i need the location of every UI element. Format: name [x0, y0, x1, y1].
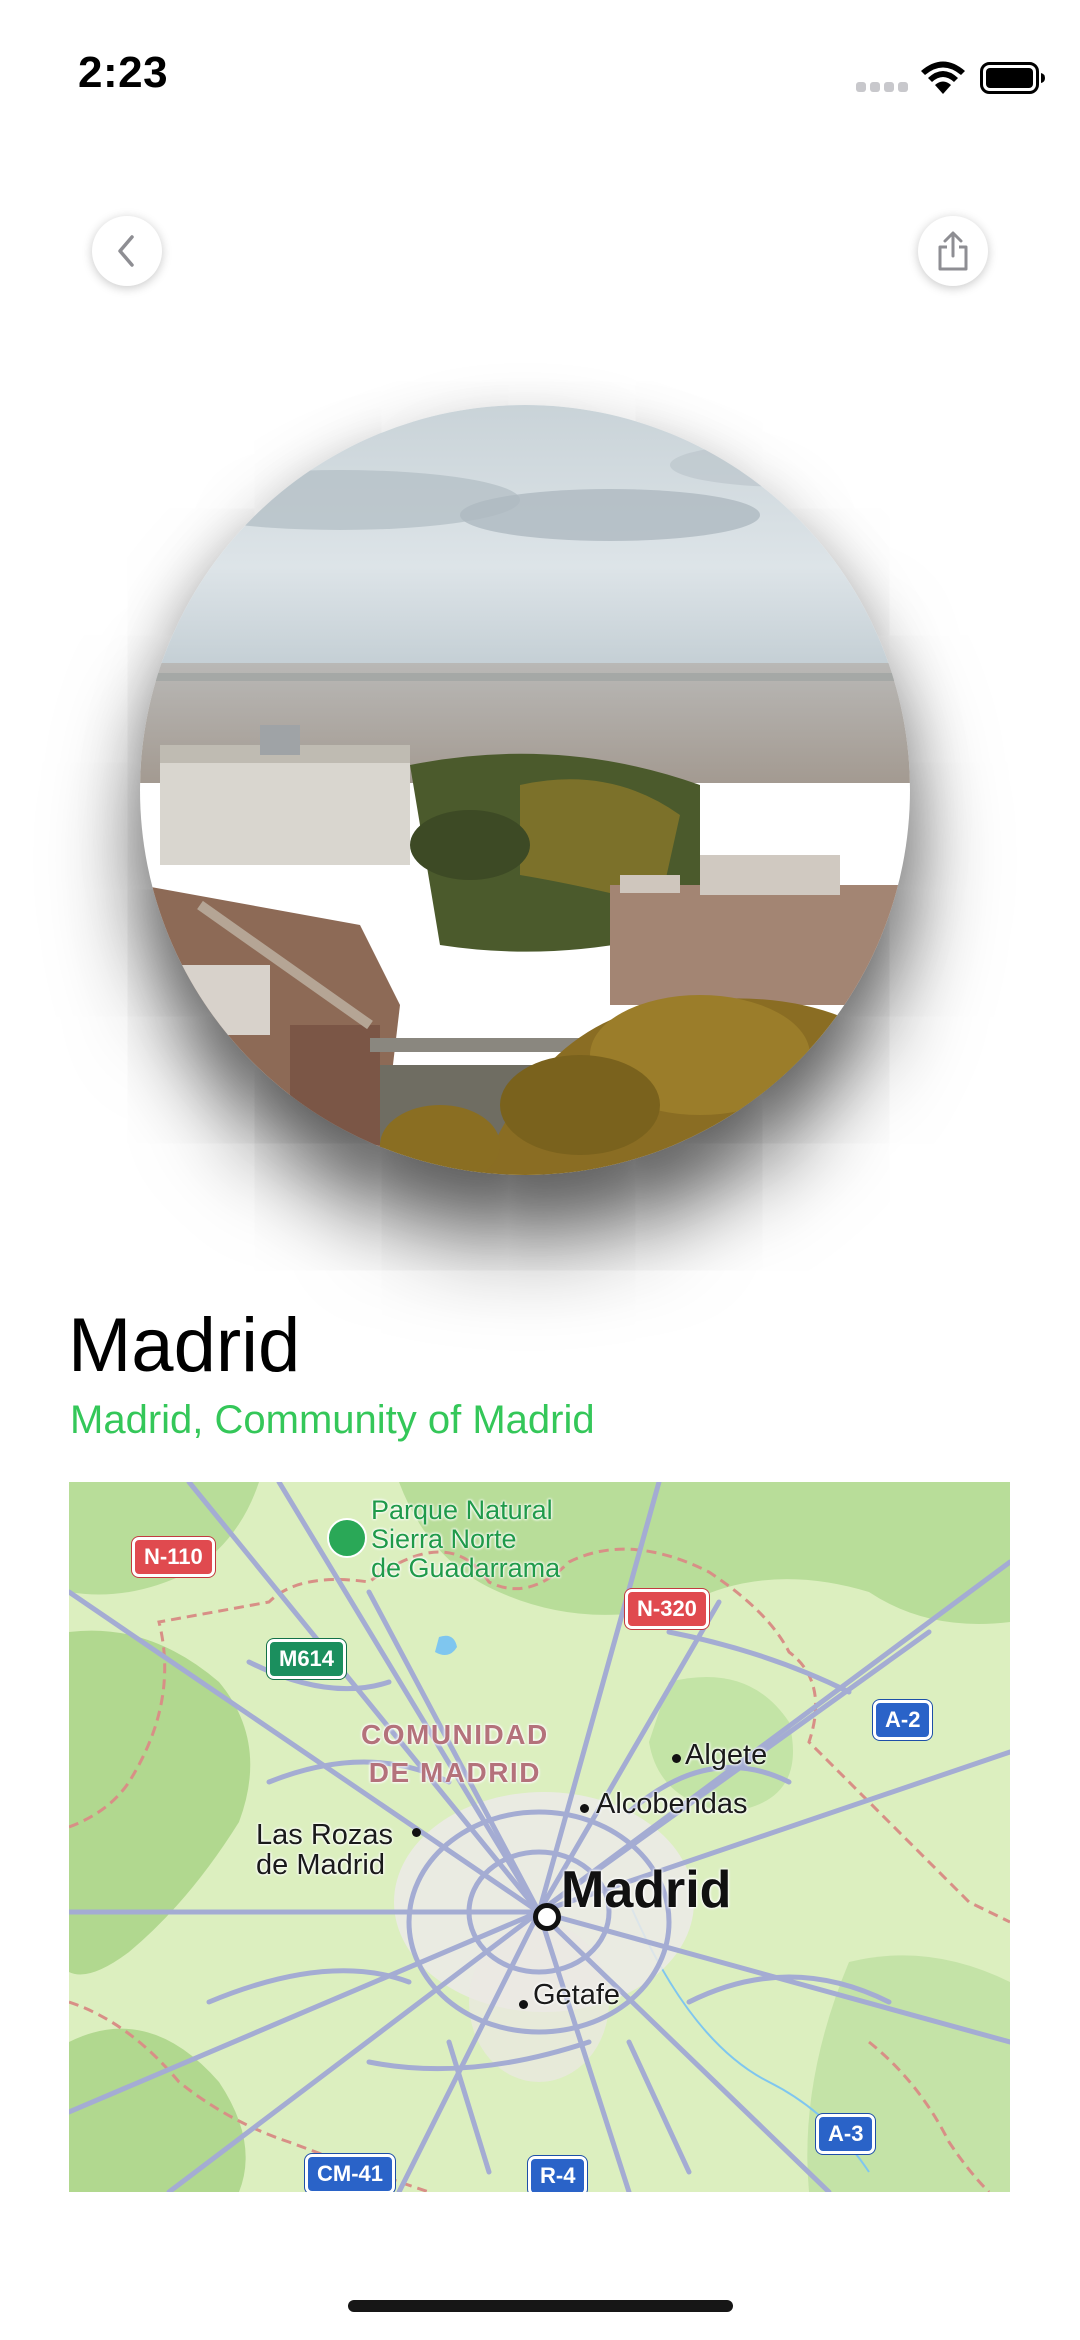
road-shield-a2: A-2 [873, 1700, 933, 1740]
map-city-madrid: Madrid [561, 1861, 732, 1919]
battery-icon [980, 62, 1046, 94]
map-city-algete: Algete [685, 1739, 768, 1771]
road-shield-m614: M614 [267, 1639, 347, 1679]
road-shield-r4: R-4 [528, 2156, 588, 2192]
road-shield-a3: A-3 [816, 2114, 876, 2154]
home-indicator[interactable] [348, 2300, 733, 2312]
city-photo [140, 405, 910, 1175]
park-icon [327, 1518, 367, 1558]
road-shield-n320: N-320 [625, 1589, 709, 1629]
place-title: Madrid [68, 1303, 301, 1388]
wifi-icon [920, 60, 966, 96]
chevron-left-icon [118, 235, 134, 267]
map-dot-algete [672, 1754, 681, 1763]
share-icon [938, 231, 968, 271]
map-city-getafe: Getafe [533, 1979, 621, 2011]
map-city-alcobendas: Alcobendas [596, 1788, 748, 1820]
share-button[interactable] [918, 216, 988, 286]
road-shield-cm41: CM-41 [305, 2154, 396, 2192]
back-button[interactable] [92, 216, 162, 286]
status-bar: 2:23 [0, 0, 1080, 150]
status-time: 2:23 [78, 48, 169, 97]
map-dot-las-rozas [412, 1828, 421, 1837]
place-subtitle: Madrid, Community of Madrid [70, 1398, 595, 1442]
map-background [69, 1482, 1010, 2192]
map-city-las-rozas: Las Rozas de Madrid [256, 1819, 394, 1881]
map-park-label: Parque Natural Sierra Norte de Guadarram… [371, 1495, 561, 1583]
map-dot-madrid [533, 1903, 561, 1931]
map-region-label: COMUNIDAD DE MADRID [361, 1719, 549, 1788]
road-shield-n110: N-110 [132, 1537, 215, 1577]
cellular-signal-icon [856, 82, 908, 94]
map-dot-alcobendas [580, 1804, 589, 1813]
map-dot-getafe [519, 2000, 528, 2009]
location-map[interactable]: Parque Natural Sierra Norte de Guadarram… [69, 1482, 1010, 2192]
